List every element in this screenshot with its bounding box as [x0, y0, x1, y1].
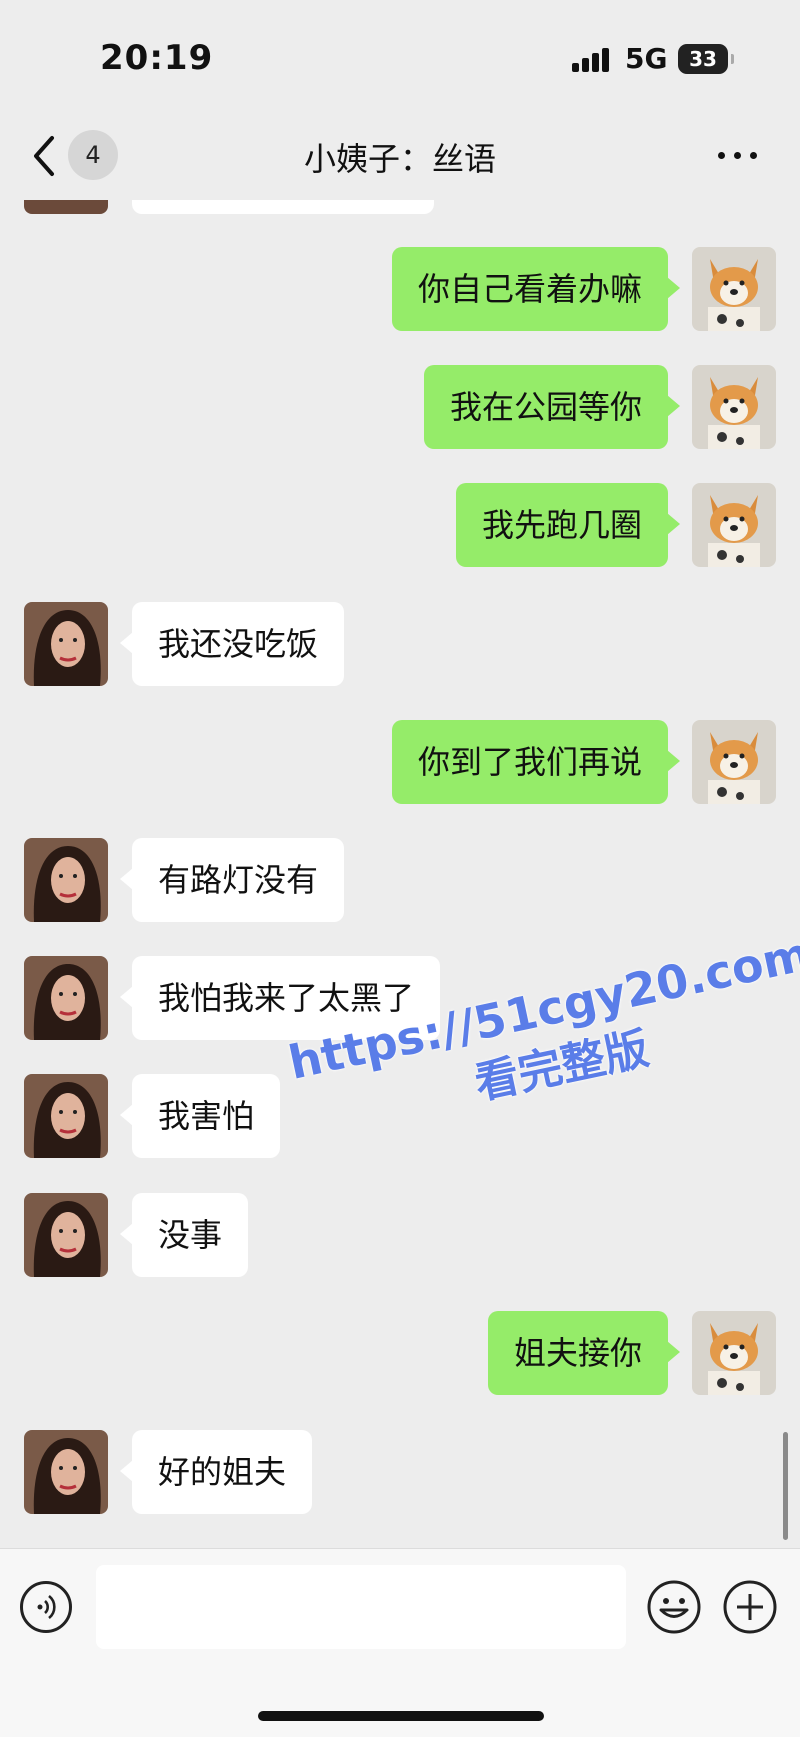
contact-avatar[interactable]	[24, 1193, 108, 1277]
battery-icon: 33	[678, 44, 734, 74]
message-bubble-sent[interactable]: 你自己看着办嘛	[391, 247, 681, 331]
unread-count-badge[interactable]: 4	[68, 130, 118, 180]
plus-icon[interactable]	[722, 1579, 778, 1635]
contact-avatar[interactable]	[24, 200, 108, 214]
message-row: 你到了我们再说	[0, 720, 800, 804]
message-bubble-received[interactable]: 我害怕	[119, 1074, 281, 1158]
more-dots-icon[interactable]	[716, 140, 760, 170]
signal-icon	[572, 48, 612, 72]
message-bubble-received[interactable]: 我还没吃饭	[119, 602, 345, 686]
self-avatar[interactable]	[692, 720, 776, 804]
chat-header: 4 小姨子：丝语	[0, 110, 800, 200]
message-row: 有路灯没有	[0, 838, 800, 922]
message-row: 没事	[0, 1193, 800, 1277]
message-list[interactable]: 你自己看着办嘛 我在公园等你 我先跑几圈 我还没吃饭 你到了我们再说 有路灯没有…	[0, 200, 800, 1548]
contact-avatar[interactable]	[24, 1430, 108, 1514]
message-row: 我先跑几圈	[0, 483, 800, 567]
message-row: 姐夫接你	[0, 1311, 800, 1395]
status-time: 20:19	[100, 38, 214, 78]
scrollbar[interactable]	[783, 1432, 788, 1540]
input-bar	[0, 1548, 800, 1737]
contact-avatar[interactable]	[24, 838, 108, 922]
message-row: 我在公园等你	[0, 365, 800, 449]
message-bubble-received[interactable]: 没事	[119, 1193, 249, 1277]
voice-icon[interactable]	[20, 1581, 72, 1633]
message-bubble-received[interactable]: 好的姐夫	[119, 1430, 313, 1514]
network-type: 5G	[625, 42, 668, 75]
message-bubble-sent[interactable]: 你到了我们再说	[391, 720, 681, 804]
chevron-left-icon[interactable]	[28, 132, 68, 180]
status-bar: 20:19 5G 33	[0, 0, 800, 110]
contact-avatar[interactable]	[24, 602, 108, 686]
contact-avatar[interactable]	[24, 956, 108, 1040]
self-avatar[interactable]	[692, 365, 776, 449]
message-bubble-sent[interactable]: 我在公园等你	[423, 365, 681, 449]
chat-title: 小姨子：丝语	[303, 140, 496, 178]
self-avatar[interactable]	[692, 483, 776, 567]
message-row: 你自己看着办嘛	[0, 247, 800, 331]
message-bubble-received[interactable]	[132, 200, 434, 214]
emoji-icon[interactable]	[646, 1579, 702, 1635]
message-bubble-received[interactable]: 有路灯没有	[119, 838, 345, 922]
message-bubble-sent[interactable]: 姐夫接你	[487, 1311, 681, 1395]
message-row: 好的姐夫	[0, 1430, 800, 1514]
message-row-partial	[0, 200, 800, 214]
message-input[interactable]	[96, 1565, 626, 1649]
self-avatar[interactable]	[692, 1311, 776, 1395]
contact-avatar[interactable]	[24, 1074, 108, 1158]
home-indicator[interactable]	[258, 1711, 544, 1721]
message-row: 我还没吃饭	[0, 602, 800, 686]
self-avatar[interactable]	[692, 247, 776, 331]
message-bubble-sent[interactable]: 我先跑几圈	[455, 483, 681, 567]
